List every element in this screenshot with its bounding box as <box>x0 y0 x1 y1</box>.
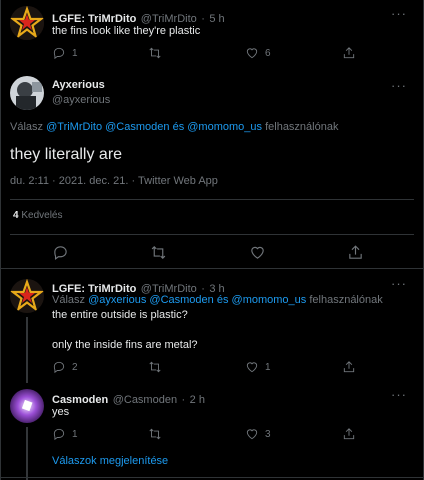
mention-link[interactable]: @momomo_us <box>232 294 307 306</box>
heart-icon <box>246 48 258 59</box>
timeline-column: LGFE: TriMrDito @TriMrDito · 5 h ··· the… <box>0 0 424 480</box>
more-options-icon[interactable]: ··· <box>391 78 407 93</box>
heart-icon <box>246 429 258 440</box>
tweet-text: the fins look like they're plastic <box>52 25 201 37</box>
tweet-actions: 1 3 <box>52 427 412 443</box>
likes-summary[interactable]: 4 Kedvelés <box>13 210 62 221</box>
divider <box>1 477 424 478</box>
share-icon <box>343 361 355 373</box>
mention-link[interactable]: @Casmoden <box>149 294 213 306</box>
separator: · <box>201 13 205 25</box>
reply-context: Válasz @TriMrDito @Casmoden és @momomo_u… <box>10 120 338 135</box>
reply-button[interactable]: 2 <box>52 360 78 374</box>
reply-count: 2 <box>72 361 78 373</box>
reply-context: Válasz @ayxerious @Casmoden és @momomo_u… <box>52 293 383 308</box>
retweet-icon <box>151 246 166 259</box>
like-count: 6 <box>265 47 271 59</box>
profile-photo-icon <box>10 76 44 110</box>
divider <box>10 234 414 235</box>
share-button[interactable] <box>342 46 356 60</box>
tweet-trimrdito-2[interactable]: LGFE: TriMrDito @TriMrDito · 3 h ··· Vál… <box>1 269 424 383</box>
main-tweet-ayxerious: Ayxerious @ayxerious ··· Válasz @TriMrDi… <box>1 68 424 268</box>
show-replies-link[interactable]: Válaszok megjelenítése <box>52 455 168 467</box>
retweet-icon <box>149 47 161 59</box>
reply-icon <box>53 47 65 60</box>
reply-button[interactable] <box>52 244 69 266</box>
like-button[interactable] <box>249 244 266 266</box>
like-count: 3 <box>265 428 271 440</box>
share-button[interactable] <box>342 360 356 374</box>
retweet-icon <box>149 428 161 440</box>
avatar-ayxerious[interactable] <box>10 76 44 110</box>
likes-label: Kedvelés <box>21 210 63 221</box>
tweet-timestamp[interactable]: du. 2:11 · 2021. dec. 21. · Twitter Web … <box>10 174 218 189</box>
star-logo-icon <box>10 279 44 313</box>
more-options-icon[interactable]: ··· <box>391 387 407 402</box>
tweet-actions: 1 6 <box>52 46 412 62</box>
reply-icon <box>53 361 65 374</box>
reply-icon <box>53 428 65 441</box>
main-tweet-text: they literally are <box>10 146 123 163</box>
tweet-time[interactable]: 2 h <box>190 394 205 406</box>
and-word: és <box>172 121 185 133</box>
tweet-text: yes <box>52 406 70 418</box>
retweet-button[interactable] <box>148 427 168 441</box>
reply-count: 1 <box>72 428 78 440</box>
like-button[interactable]: 6 <box>245 46 271 60</box>
share-icon <box>343 47 355 59</box>
thread-line <box>26 317 28 383</box>
divider <box>10 199 414 200</box>
likes-count: 4 <box>13 210 19 221</box>
retweet-icon <box>149 361 161 373</box>
reply-prefix: Válasz <box>52 294 86 306</box>
reply-suffix: felhasználónak <box>265 121 339 133</box>
tweet-time[interactable]: 5 h <box>209 13 224 25</box>
heart-icon <box>251 246 264 259</box>
reply-suffix: felhasználónak <box>309 294 383 306</box>
and-word: és <box>216 294 229 306</box>
heart-icon <box>246 362 258 373</box>
profile-photo-icon <box>10 389 44 423</box>
tweet-casmoden[interactable]: Casmoden @Casmoden · 2 h ··· yes 1 3 <box>1 381 424 480</box>
separator: · <box>181 394 186 406</box>
author-handle[interactable]: @ayxerious <box>52 94 110 106</box>
retweet-button[interactable] <box>148 360 168 374</box>
avatar-casmoden[interactable] <box>10 389 44 423</box>
mention-link[interactable]: @TriMrDito <box>46 121 102 133</box>
mention-link[interactable]: @Casmoden <box>105 121 169 133</box>
author-handle[interactable]: @Casmoden <box>113 394 177 406</box>
star-logo-icon <box>10 6 44 40</box>
tweet-actions: 2 1 <box>52 360 412 376</box>
avatar-trimrdito[interactable] <box>10 6 44 40</box>
more-options-icon[interactable]: ··· <box>391 276 407 291</box>
tweet-trimrdito-1[interactable]: LGFE: TriMrDito @TriMrDito · 5 h ··· the… <box>1 0 424 68</box>
reply-button[interactable]: 1 <box>52 46 78 60</box>
main-tweet-actions <box>1 244 424 264</box>
retweet-button[interactable] <box>148 46 168 60</box>
reply-icon <box>54 246 67 261</box>
thread-line <box>26 427 28 480</box>
share-button[interactable] <box>342 427 356 441</box>
like-button[interactable]: 1 <box>245 360 271 374</box>
mention-link[interactable]: @ayxerious <box>88 294 146 306</box>
reply-prefix: Válasz <box>10 121 44 133</box>
avatar-trimrdito[interactable] <box>10 279 44 313</box>
like-count: 1 <box>265 361 271 373</box>
mention-link[interactable]: @momomo_us <box>187 121 262 133</box>
like-button[interactable]: 3 <box>245 427 271 441</box>
retweet-button[interactable] <box>150 244 167 266</box>
reply-button[interactable]: 1 <box>52 427 78 441</box>
tweet-text-line-2: only the inside fins are metal? <box>52 339 198 351</box>
share-button[interactable] <box>347 244 364 266</box>
author-name[interactable]: Ayxerious <box>52 79 105 91</box>
share-icon <box>343 428 355 440</box>
tweet-text-line-1: the entire outside is plastic? <box>52 309 188 321</box>
reply-count: 1 <box>72 47 78 59</box>
share-icon <box>349 245 362 259</box>
more-options-icon[interactable]: ··· <box>391 6 407 21</box>
